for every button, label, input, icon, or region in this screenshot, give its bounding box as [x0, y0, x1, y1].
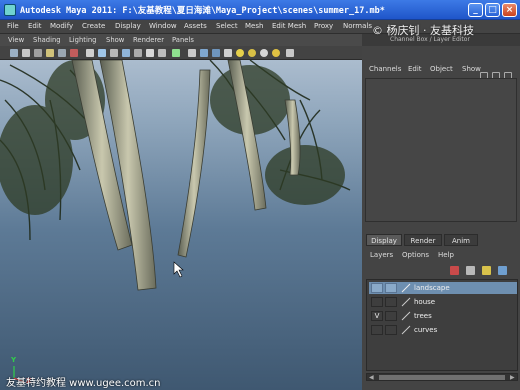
menu-select[interactable]: Select — [216, 22, 238, 30]
menu-display[interactable]: Display — [115, 22, 141, 30]
channel-menu-channels[interactable]: Channels — [369, 65, 401, 73]
isolate-select-icon[interactable] — [172, 49, 180, 57]
image-plane-icon[interactable] — [46, 49, 54, 57]
layer-row-landscape[interactable]: landscape — [369, 282, 517, 294]
title-bar: Autodesk Maya 2011: F:\友基教程\夏日海滩\Maya_Pr… — [0, 0, 520, 20]
menu-normals[interactable]: Normals — [343, 22, 372, 30]
safe-action-icon[interactable] — [146, 49, 154, 57]
resolution-gate-icon[interactable] — [110, 49, 118, 57]
scroll-right-arrow-icon[interactable]: ▶ — [510, 374, 515, 381]
smooth-shade-icon[interactable] — [200, 49, 208, 57]
layer-menu-layers[interactable]: Layers — [370, 251, 393, 259]
layer-visibility-toggle[interactable] — [371, 283, 383, 293]
field-chart-icon[interactable] — [134, 49, 142, 57]
grease-pencil-icon[interactable] — [70, 49, 78, 57]
layer-playback-toggle[interactable] — [385, 311, 397, 321]
mouse-cursor — [173, 261, 184, 278]
minimize-button[interactable]: _ — [468, 3, 483, 17]
safe-title-icon[interactable] — [158, 49, 166, 57]
menu-file[interactable]: File — [7, 22, 19, 30]
layer-list: landscape house V trees curves — [366, 279, 518, 371]
channel-menu-edit[interactable]: Edit — [408, 65, 422, 73]
move-layer-up-icon[interactable] — [482, 266, 491, 275]
gate-mask-icon[interactable] — [122, 49, 130, 57]
window-title: Autodesk Maya 2011: F:\友基教程\夏日海滩\Maya_Pr… — [20, 6, 385, 16]
layer-color-swatch-icon[interactable] — [401, 311, 411, 321]
layer-name: curves — [414, 326, 438, 334]
maximize-button[interactable]: □ — [485, 3, 500, 17]
create-layer-icon[interactable] — [450, 266, 459, 275]
maya-app-icon — [4, 4, 16, 16]
viewport-menu-renderer[interactable]: Renderer — [133, 36, 164, 44]
viewport-menu-panels[interactable]: Panels — [172, 36, 194, 44]
menu-proxy[interactable]: Proxy — [314, 22, 333, 30]
grid-icon[interactable] — [86, 49, 94, 57]
film-gate-icon[interactable] — [98, 49, 106, 57]
menu-assets[interactable]: Assets — [184, 22, 207, 30]
scrollbar-thumb[interactable] — [379, 375, 505, 380]
tutorial-watermark: 友基特约教程 www.ugee.com.cn — [6, 378, 161, 389]
layer-name: landscape — [414, 284, 450, 292]
default-light-icon[interactable] — [236, 49, 244, 57]
shadows-icon[interactable] — [260, 49, 268, 57]
select-camera-icon[interactable] — [10, 49, 18, 57]
camera-attributes-icon[interactable] — [22, 49, 30, 57]
layer-color-swatch-icon[interactable] — [401, 297, 411, 307]
scroll-left-arrow-icon[interactable]: ◀ — [369, 374, 374, 381]
menu-mesh[interactable]: Mesh — [245, 22, 263, 30]
viewport-menu-show[interactable]: Show — [106, 36, 124, 44]
layer-visibility-toggle[interactable] — [371, 325, 383, 335]
menu-edit[interactable]: Edit — [28, 22, 42, 30]
tab-display[interactable]: Display — [366, 234, 402, 246]
viewport-menu-bar: View Shading Lighting Show Renderer Pane… — [0, 34, 362, 46]
layer-visibility-toggle[interactable]: V — [371, 311, 383, 321]
perspective-viewport[interactable]: View Shading Lighting Show Renderer Pane… — [0, 34, 362, 390]
use-all-lights-icon[interactable] — [248, 49, 256, 57]
layer-visibility-toggle[interactable] — [371, 297, 383, 307]
move-layer-down-icon[interactable] — [498, 266, 507, 275]
menu-modify[interactable]: Modify — [50, 22, 73, 30]
layer-editor-panel: Display Render Anim Layers Options Help … — [362, 230, 520, 390]
layer-name: house — [414, 298, 436, 306]
tab-render[interactable]: Render — [404, 234, 442, 246]
layer-name: trees — [414, 312, 432, 320]
wireframe-on-shaded-icon[interactable] — [224, 49, 232, 57]
layer-color-swatch-icon[interactable] — [401, 325, 411, 335]
author-watermark: © 杨庆钊 · 友基科技 — [372, 24, 474, 37]
textured-icon[interactable] — [212, 49, 220, 57]
layer-playback-toggle[interactable] — [385, 283, 397, 293]
menu-edit-mesh[interactable]: Edit Mesh — [272, 22, 306, 30]
wireframe-icon[interactable] — [188, 49, 196, 57]
layer-row-house[interactable]: house — [369, 296, 517, 308]
layer-color-swatch-icon[interactable] — [401, 283, 411, 293]
channel-box-content[interactable] — [365, 78, 517, 222]
layer-menu-options[interactable]: Options — [402, 251, 429, 259]
axis-y-label: Y — [11, 356, 17, 364]
layer-playback-toggle[interactable] — [385, 297, 397, 307]
layer-row-curves[interactable]: curves — [369, 324, 517, 336]
viewport-menu-lighting[interactable]: Lighting — [69, 36, 96, 44]
viewport-toolbar — [0, 46, 362, 60]
viewport-menu-shading[interactable]: Shading — [33, 36, 61, 44]
two-d-pan-icon[interactable] — [58, 49, 66, 57]
high-quality-icon[interactable] — [272, 49, 280, 57]
viewport-menu-view[interactable]: View — [8, 36, 24, 44]
bookmark-icon[interactable] — [34, 49, 42, 57]
layer-list-scrollbar[interactable]: ◀ ▶ — [366, 373, 518, 381]
channel-box-panel: Channel Box / Layer Editor Channels Edit… — [362, 34, 520, 230]
close-button[interactable]: × — [502, 3, 517, 17]
menu-create[interactable]: Create — [82, 22, 105, 30]
channel-menu-object[interactable]: Object — [430, 65, 453, 73]
tab-anim[interactable]: Anim — [444, 234, 478, 246]
layer-menu-help[interactable]: Help — [438, 251, 454, 259]
layer-playback-toggle[interactable] — [385, 325, 397, 335]
channel-menu-show[interactable]: Show — [462, 65, 481, 73]
x-ray-icon[interactable] — [286, 49, 294, 57]
layer-row-trees[interactable]: V trees — [369, 310, 517, 322]
menu-window[interactable]: Window — [149, 22, 177, 30]
viewport-scene — [0, 60, 351, 383]
create-layer-from-selection-icon[interactable] — [466, 266, 475, 275]
